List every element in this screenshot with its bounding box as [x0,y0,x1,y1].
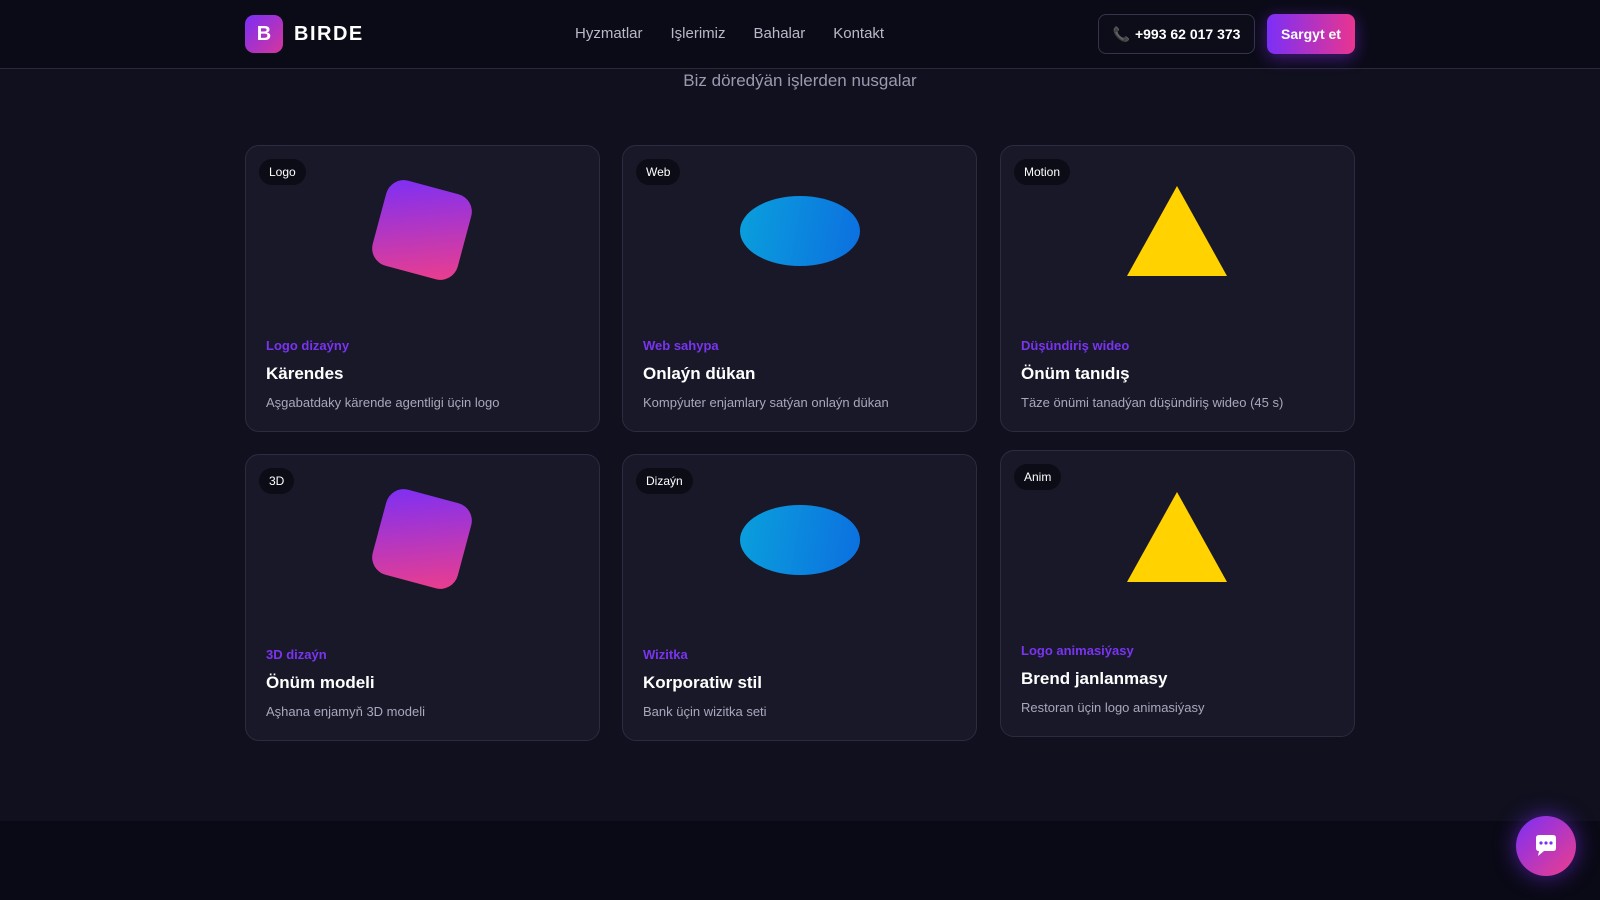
nav-link-contact[interactable]: Kontakt [833,23,884,45]
card-title: Korporatiw stil [643,673,763,692]
brand-logo-icon: B [245,15,283,53]
portfolio-card[interactable]: 3D 3D dizaýn Önüm modeli Aşhana enjamyň … [245,454,600,741]
nav-link-services[interactable]: Hyzmatlar [575,23,643,45]
footer-background [0,821,1600,900]
phone-button[interactable]: 📞 +993 62 017 373 [1098,14,1255,54]
card-description: Kompýuter enjamlary satýan onlaýn dükan [643,395,889,410]
portfolio-card[interactable]: Motion Düşündiriş wideo Önüm tanıdış Täz… [1000,145,1355,432]
card-description: Aşgabatdaky kärende agentligi üçin logo [266,395,500,410]
oval-shape-icon [740,505,860,575]
oval-shape-icon [740,196,860,266]
card-title: Kärendes [266,364,344,383]
brand[interactable]: B BIRDE [245,15,364,53]
card-badge: Motion [1014,159,1071,185]
card-category: Wizitka [643,647,688,662]
card-category: 3D dizaýn [266,647,327,662]
card-badge: Logo [259,159,306,185]
rounded-square-shape-icon [368,485,476,593]
portfolio-card[interactable]: Logo Logo dizaýny Kärendes Aşgabatdaky k… [245,145,600,432]
site-header: B BIRDE Hyzmatlar Işlerimiz Bahalar Kont… [0,0,1600,69]
card-description: Restoran üçin logo animasiýasy [1021,700,1205,715]
card-category: Logo animasiýasy [1021,643,1134,658]
nav-link-works[interactable]: Işlerimiz [671,23,726,45]
section-subtitle: Biz döredýän işlerden nusgalar [683,71,917,90]
rounded-square-shape-icon [368,176,476,284]
phone-icon: 📞 [1112,25,1130,42]
card-description: Täze önümi tanadýan düşündiriş wideo (45… [1021,395,1284,410]
card-category: Düşündiriş wideo [1021,338,1130,353]
card-category: Logo dizaýny [266,338,350,353]
card-category: Web sahypa [643,338,719,353]
card-title: Önüm modeli [266,673,375,692]
triangle-shape-icon [1127,186,1227,276]
card-title: Önüm tanıdış [1021,364,1130,383]
chat-button[interactable] [1516,816,1576,876]
card-badge: Web [636,159,681,185]
card-preview [246,455,599,625]
main-nav: Hyzmatlar Işlerimiz Bahalar Kontakt [575,23,884,45]
phone-number: +993 62 017 373 [1134,26,1241,42]
order-button[interactable]: Sargyt et [1267,14,1355,54]
triangle-shape-icon [1127,492,1227,582]
chat-bubble-icon [1536,835,1556,856]
portfolio-card[interactable]: Anim Logo animasiýasy Brend janlanmasy R… [1000,450,1355,737]
brand-name: BIRDE [294,22,364,45]
card-badge: Anim [1014,464,1062,490]
card-title: Onlaýn dükan [643,364,756,383]
card-description: Bank üçin wizitka seti [643,704,767,719]
card-description: Aşhana enjamyň 3D modeli [266,704,425,719]
portfolio-card[interactable]: Web Web sahypa Onlaýn dükan Kompýuter en… [622,145,977,432]
card-badge: 3D [259,468,295,494]
card-badge: Dizaýn [636,468,693,494]
nav-link-prices[interactable]: Bahalar [754,23,806,45]
portfolio-card[interactable]: Dizaýn Wizitka Korporatiw stil Bank üçin… [622,454,977,741]
card-title: Brend janlanmasy [1021,669,1168,688]
